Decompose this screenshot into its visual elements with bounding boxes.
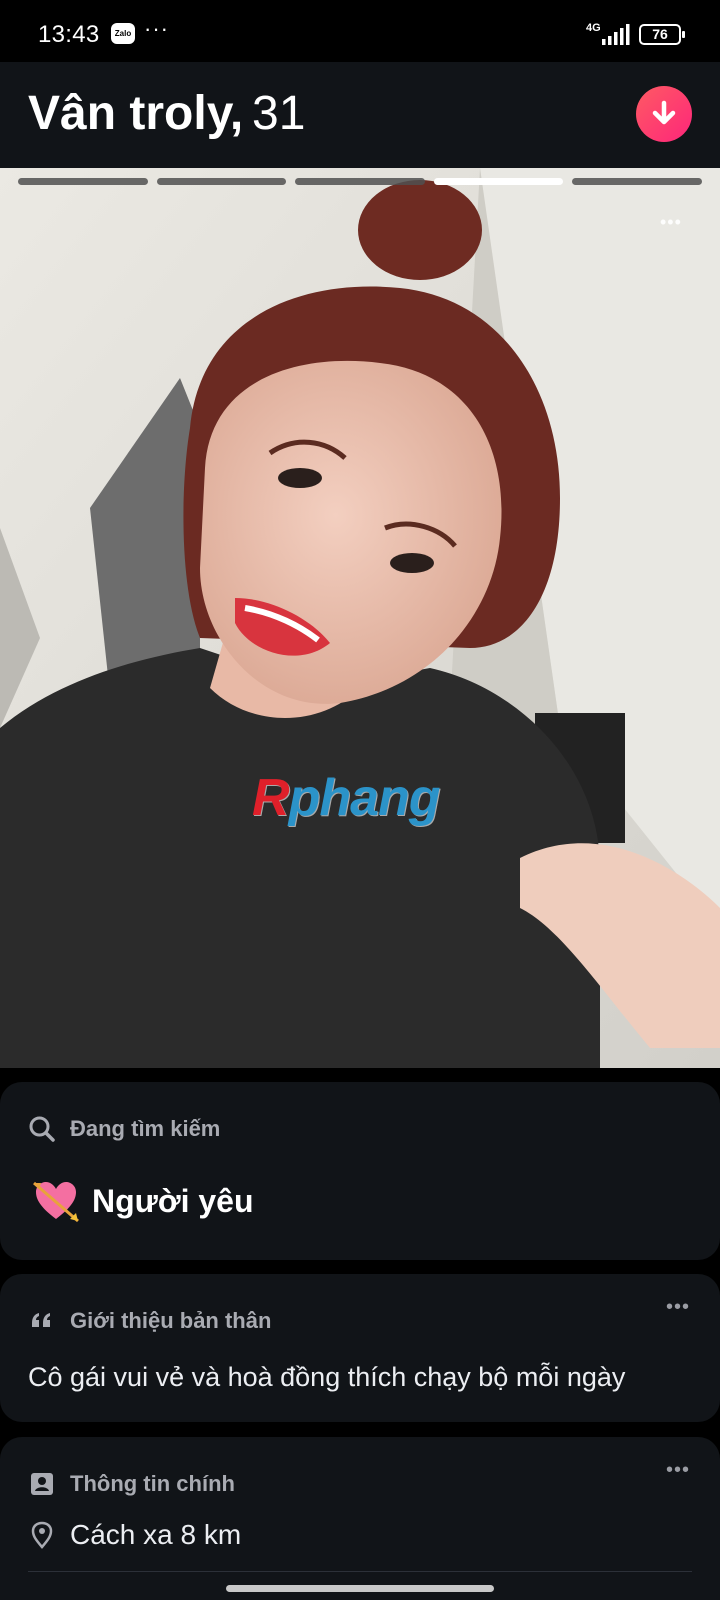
photo-progress-segment[interactable] bbox=[156, 178, 287, 185]
watermark-logo: Rphang bbox=[252, 769, 441, 827]
photo-progress-segment[interactable] bbox=[295, 178, 425, 185]
about-me-text: Cô gái vui vẻ và hoà đồng thích chạy bộ … bbox=[28, 1362, 626, 1392]
network-type-label: 4G bbox=[586, 22, 601, 34]
profile-card-icon bbox=[31, 1473, 53, 1495]
looking-for-title: Đang tìm kiếm bbox=[70, 1116, 221, 1141]
profile-photo-image bbox=[0, 168, 720, 1068]
profile-name: Vân troly, bbox=[28, 87, 244, 140]
location-pin-icon bbox=[31, 1521, 53, 1549]
signal-icon bbox=[602, 24, 630, 45]
photo-more-icon[interactable]: ••• bbox=[660, 212, 682, 233]
status-time: 13:43 bbox=[38, 21, 100, 48]
more-notifications-icon: ··· bbox=[144, 16, 169, 41]
home-indicator[interactable] bbox=[226, 1585, 494, 1592]
quote-icon bbox=[32, 1313, 50, 1327]
photo-progress-segment-active[interactable] bbox=[433, 178, 564, 185]
collapse-profile-button[interactable] bbox=[636, 86, 692, 142]
basic-info-more-icon[interactable]: ••• bbox=[666, 1459, 690, 1482]
about-more-icon[interactable]: ••• bbox=[666, 1296, 690, 1319]
basic-info-card: Thông tin chính ••• Cách xa 8 km bbox=[0, 1437, 720, 1600]
zalo-notification-icon: Zalo bbox=[111, 23, 135, 44]
divider bbox=[28, 1571, 692, 1572]
profile-header: Vân troly, 31 bbox=[0, 62, 720, 168]
looking-for-card: Đang tìm kiếm Người yêu bbox=[0, 1082, 720, 1260]
distance-text: Cách xa 8 km bbox=[70, 1519, 242, 1550]
heart-with-arrow-icon bbox=[33, 1181, 79, 1223]
photo-progress-segment[interactable] bbox=[572, 178, 702, 185]
search-icon bbox=[29, 1116, 55, 1142]
status-bar: 13:43 Zalo ··· 4G 76 bbox=[0, 0, 720, 62]
photo-progress-segment[interactable] bbox=[18, 178, 148, 185]
battery-icon: 76 bbox=[639, 24, 685, 45]
about-me-card: Giới thiệu bản thân ••• Cô gái vui vẻ và… bbox=[0, 1274, 720, 1422]
basic-info-title: Thông tin chính bbox=[70, 1471, 235, 1496]
profile-age: 31 bbox=[252, 87, 306, 140]
photo-progress-bars bbox=[18, 178, 702, 186]
arrow-down-icon bbox=[652, 100, 676, 125]
profile-photo[interactable]: ••• Rphang bbox=[0, 168, 720, 1068]
looking-for-value: Người yêu bbox=[92, 1182, 254, 1219]
about-me-title: Giới thiệu bản thân bbox=[70, 1308, 272, 1333]
